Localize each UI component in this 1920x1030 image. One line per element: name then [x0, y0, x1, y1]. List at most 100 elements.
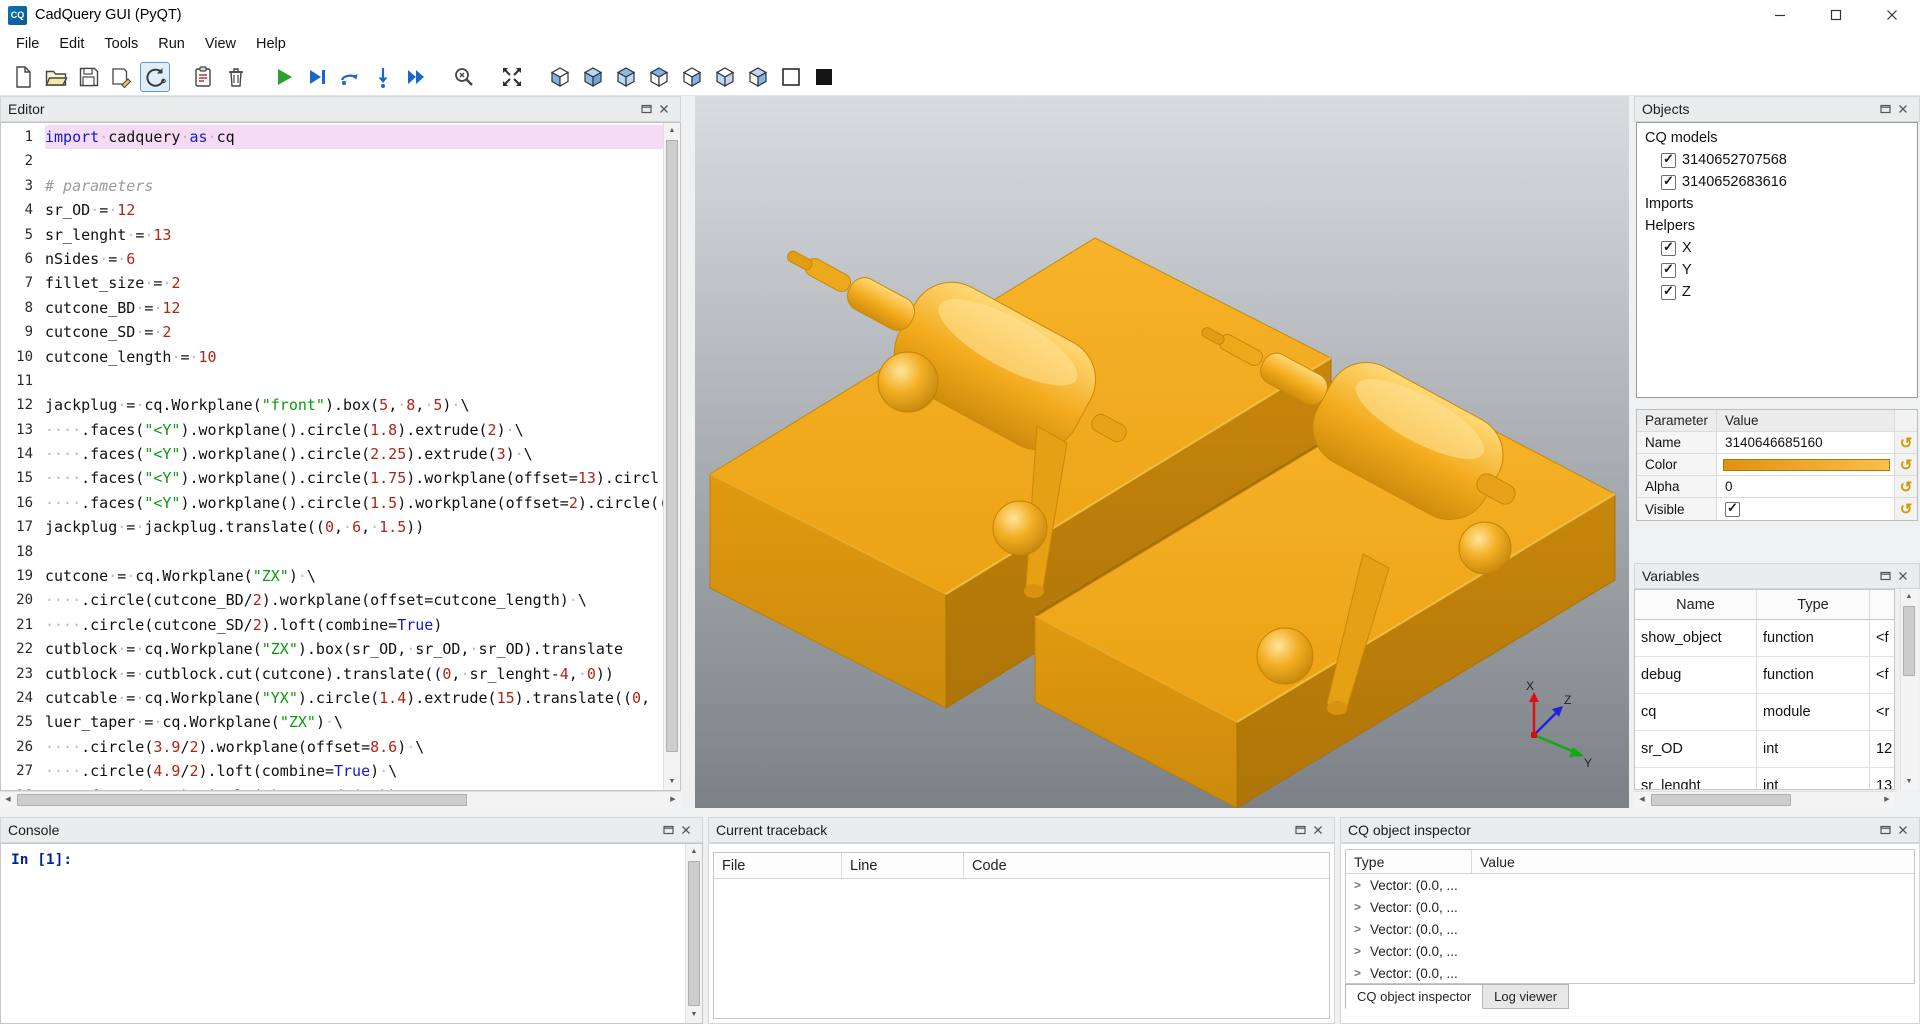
- menu-view[interactable]: View: [195, 32, 246, 56]
- traceback-header-line[interactable]: Line: [842, 853, 964, 878]
- scrollbar-thumb[interactable]: [688, 861, 700, 1006]
- variable-row-sr_lenght[interactable]: sr_lenghtint13: [1635, 768, 1894, 790]
- maximize-button[interactable]: [1808, 0, 1864, 30]
- editor-panel-titlebar[interactable]: Editor: [0, 96, 681, 122]
- scrollbar-thumb[interactable]: [17, 794, 467, 806]
- code-line[interactable]: ····.circle(4.9/2).loft(combine=True)·\: [45, 759, 663, 783]
- menu-edit[interactable]: Edit: [49, 32, 94, 56]
- variable-row-debug[interactable]: debugfunction<f: [1635, 657, 1894, 694]
- code-line[interactable]: # parameters: [45, 174, 663, 198]
- reset-property-icon[interactable]: ↺: [1895, 432, 1917, 453]
- code-editor[interactable]: import·cadquery·as·cq# parameterssr_OD·=…: [45, 123, 663, 790]
- scroll-left-arrow[interactable]: ◀: [0, 792, 16, 808]
- code-line[interactable]: [45, 540, 663, 564]
- float-panel-icon[interactable]: [1876, 822, 1894, 838]
- variables-header-name[interactable]: Name: [1635, 590, 1757, 619]
- tab-cq-object-inspector[interactable]: CQ object inspector: [1345, 984, 1483, 1009]
- close-panel-icon[interactable]: [677, 822, 695, 838]
- tree-item-helpers[interactable]: Helpers: [1637, 215, 1917, 237]
- tree-item-3140652683616[interactable]: 3140652683616: [1637, 171, 1917, 193]
- auto-reload-button[interactable]: [140, 62, 170, 92]
- code-line[interactable]: ····.circle(cutcone_BD/2).workplane(offs…: [45, 588, 663, 612]
- inspector-row[interactable]: >Vector: (0.0, ...: [1346, 918, 1914, 940]
- code-line[interactable]: [45, 149, 663, 173]
- tree-item-z[interactable]: Z: [1637, 281, 1917, 303]
- float-panel-icon[interactable]: [637, 101, 655, 117]
- scroll-up-arrow[interactable]: ▲: [1901, 589, 1917, 605]
- step-into-button[interactable]: [368, 62, 398, 92]
- reset-property-icon[interactable]: ↺: [1895, 454, 1917, 475]
- 3d-viewport[interactable]: X Z Y: [695, 96, 1629, 808]
- inspector-header-type[interactable]: Type: [1346, 850, 1472, 873]
- tab-log-viewer[interactable]: Log viewer: [1483, 984, 1569, 1009]
- console-panel-titlebar[interactable]: Console: [0, 817, 703, 843]
- close-panel-icon[interactable]: [1894, 101, 1912, 117]
- inspector-row[interactable]: >Vector: (0.0, ...: [1346, 896, 1914, 918]
- code-line[interactable]: [45, 369, 663, 393]
- traceback-header-file[interactable]: File: [714, 853, 842, 878]
- variable-row-cq[interactable]: cqmodule<r: [1635, 694, 1894, 731]
- code-line[interactable]: ····.faces("<Y").workplane().circle(1.5)…: [45, 491, 663, 515]
- inspector-row[interactable]: >Vector: (0.0, ...: [1346, 940, 1914, 962]
- editor-vertical-scrollbar[interactable]: ▲ ▼: [663, 123, 680, 790]
- scrollbar-thumb[interactable]: [666, 140, 678, 752]
- console-prompt[interactable]: In [1]:: [1, 844, 685, 1023]
- float-panel-icon[interactable]: [1291, 822, 1309, 838]
- code-line[interactable]: jackplug·=·cq.Workplane("front").box(5,·…: [45, 393, 663, 417]
- window-titlebar[interactable]: CQ CadQuery GUI (PyQT): [0, 0, 1920, 30]
- code-line[interactable]: cutcone_length·=·10: [45, 345, 663, 369]
- view-cube-5-button[interactable]: [677, 62, 707, 92]
- traceback-header-code[interactable]: Code: [964, 853, 1329, 878]
- menu-help[interactable]: Help: [246, 32, 296, 56]
- editor-horizontal-scrollbar[interactable]: ◀ ▶: [0, 791, 681, 808]
- expand-arrow-icon[interactable]: >: [1354, 944, 1361, 958]
- view-cube-4-button[interactable]: [644, 62, 674, 92]
- tree-item-x[interactable]: X: [1637, 237, 1917, 259]
- tree-item-cq-models[interactable]: CQ models: [1637, 127, 1917, 149]
- variables-panel-titlebar[interactable]: Variables: [1634, 563, 1920, 589]
- expand-arrow-icon[interactable]: >: [1354, 966, 1361, 980]
- property-value[interactable]: [1717, 498, 1895, 520]
- save-as-button[interactable]: [107, 62, 137, 92]
- toggle-wireframe-button[interactable]: [776, 62, 806, 92]
- variables-horizontal-scrollbar[interactable]: ◀ ▶: [1634, 791, 1895, 808]
- code-line[interactable]: jackplug·=·jackplug.translate((0,·6,·1.5…: [45, 515, 663, 539]
- open-file-button[interactable]: [41, 62, 71, 92]
- debug-button[interactable]: [302, 62, 332, 92]
- code-line[interactable]: ····.circle(3.9/2).workplane(offset=8.6)…: [45, 735, 663, 759]
- close-panel-icon[interactable]: [1894, 568, 1912, 584]
- variables-header-type[interactable]: Type: [1757, 590, 1870, 619]
- expand-arrow-icon[interactable]: >: [1354, 900, 1361, 914]
- render-button[interactable]: [269, 62, 299, 92]
- tree-checkbox[interactable]: [1661, 285, 1676, 300]
- variable-row-sr_OD[interactable]: sr_ODint12: [1635, 731, 1894, 768]
- scroll-up-arrow[interactable]: ▲: [686, 844, 702, 860]
- code-line[interactable]: sr_lenght·=·13: [45, 223, 663, 247]
- expand-arrow-icon[interactable]: >: [1354, 878, 1361, 892]
- property-value[interactable]: 0: [1717, 476, 1895, 497]
- code-line[interactable]: ····.faces("<Y").workplane().circle(1.8)…: [45, 418, 663, 442]
- tree-item-imports[interactable]: Imports: [1637, 193, 1917, 215]
- code-line[interactable]: ····.faces("<Y").workplane().circle(1.75…: [45, 466, 663, 490]
- reset-property-icon[interactable]: ↺: [1895, 476, 1917, 497]
- save-button[interactable]: [74, 62, 104, 92]
- tree-checkbox[interactable]: [1661, 241, 1676, 256]
- scroll-right-arrow[interactable]: ▶: [1879, 792, 1895, 808]
- continue-button[interactable]: [401, 62, 431, 92]
- objects-panel-titlebar[interactable]: Objects: [1634, 96, 1920, 122]
- code-line[interactable]: luer_taper·=·cq.Workplane("ZX")·\: [45, 710, 663, 734]
- property-value[interactable]: [1717, 454, 1895, 475]
- scrollbar-thumb[interactable]: [1903, 606, 1915, 676]
- code-line[interactable]: cutblock·=·cutblock.cut(cutcone).transla…: [45, 662, 663, 686]
- scroll-right-arrow[interactable]: ▶: [665, 792, 681, 808]
- tree-checkbox[interactable]: [1661, 175, 1676, 190]
- menu-run[interactable]: Run: [148, 32, 195, 56]
- float-panel-icon[interactable]: [659, 822, 677, 838]
- scroll-up-arrow[interactable]: ▲: [664, 123, 680, 139]
- tree-item-3140652707568[interactable]: 3140652707568: [1637, 149, 1917, 171]
- zoom-selection-button[interactable]: [449, 62, 479, 92]
- paste-button[interactable]: [188, 62, 218, 92]
- inspector-header-value[interactable]: Value: [1472, 850, 1914, 873]
- close-panel-icon[interactable]: [655, 101, 673, 117]
- traceback-panel-titlebar[interactable]: Current traceback: [708, 817, 1335, 843]
